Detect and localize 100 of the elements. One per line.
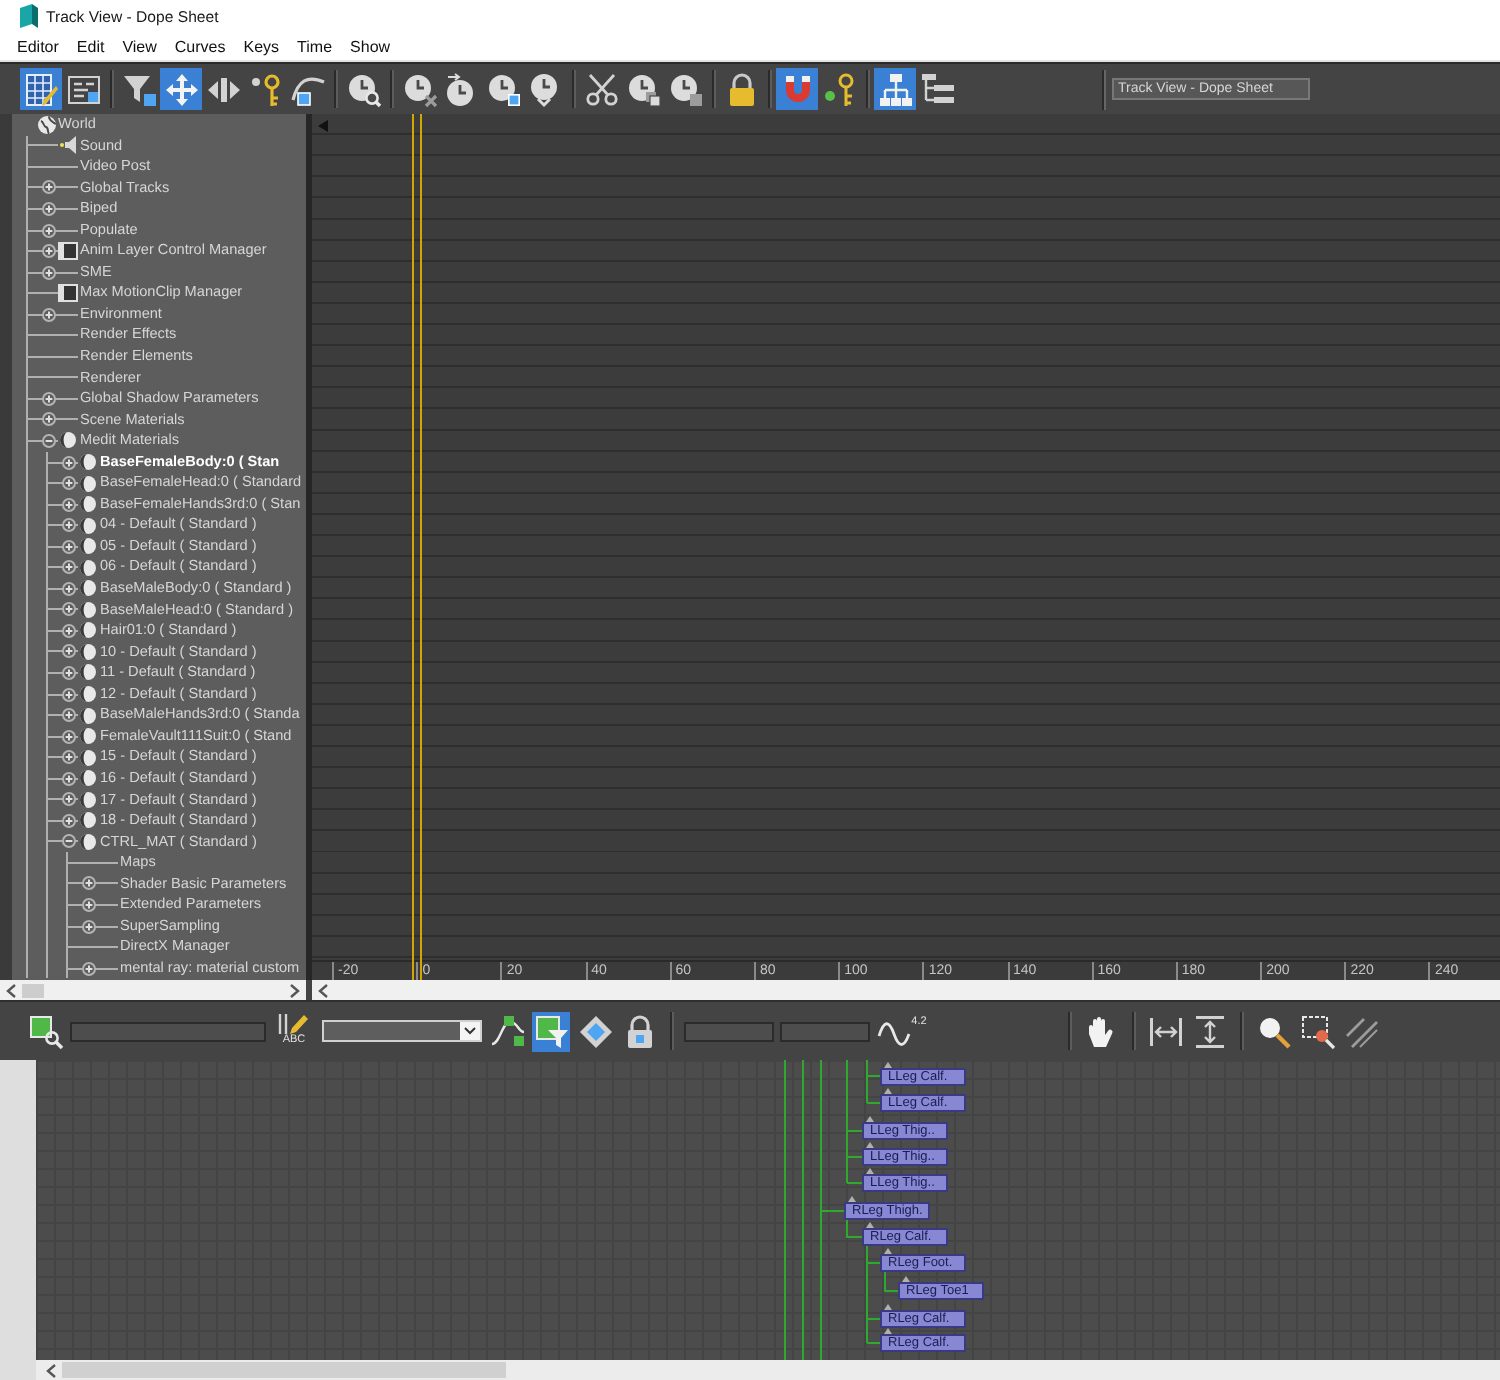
- menu-item[interactable]: Time: [288, 37, 342, 55]
- plus-circle-icon[interactable]: [61, 813, 75, 828]
- menu-item[interactable]: Curves: [165, 37, 235, 55]
- plus-circle-icon[interactable]: [61, 560, 75, 575]
- time-slider[interactable]: [411, 114, 422, 980]
- diamond-icon: [579, 1015, 611, 1047]
- plus-circle-icon[interactable]: [61, 750, 75, 765]
- plus-circle-icon[interactable]: [41, 391, 55, 406]
- plus-circle-icon[interactable]: [41, 265, 55, 280]
- triangle-marker-icon: [902, 1275, 910, 1281]
- zoom-region-button[interactable]: [1298, 1011, 1336, 1051]
- plus-circle-icon[interactable]: [41, 244, 55, 259]
- plus-circle-icon[interactable]: [81, 961, 95, 976]
- zoom-region-icon: [1301, 1015, 1333, 1047]
- plus-circle-icon[interactable]: [61, 497, 75, 512]
- half-circle-icon: [80, 643, 96, 660]
- plus-circle-icon[interactable]: [61, 623, 75, 638]
- chevron-left-icon[interactable]: [318, 983, 328, 997]
- curve-button[interactable]: [488, 1011, 526, 1051]
- plus-circle-icon[interactable]: [61, 644, 75, 659]
- half-circle-icon: [80, 664, 96, 681]
- key-filter-button[interactable]: [26, 1011, 64, 1051]
- plus-circle-icon[interactable]: [61, 687, 75, 702]
- chevron-down-icon: [460, 1022, 480, 1040]
- scrollbar-thumb[interactable]: [22, 983, 44, 997]
- move-keys-button[interactable]: [160, 68, 202, 110]
- fit-vertical-icon: [1193, 1015, 1225, 1047]
- half-circle-icon: [80, 580, 96, 597]
- triangle-marker-icon: [866, 1115, 874, 1121]
- plus-circle-icon[interactable]: [61, 602, 75, 617]
- connector-line: [866, 1060, 881, 1104]
- plus-circle-icon[interactable]: [41, 201, 55, 216]
- magnifier-icon: [1257, 1015, 1289, 1047]
- triangle-marker-icon: [848, 1195, 856, 1201]
- input-field[interactable]: [70, 1021, 266, 1041]
- plus-circle-icon[interactable]: [61, 729, 75, 744]
- half-circle-icon: [80, 559, 96, 576]
- plus-circle-icon[interactable]: [61, 708, 75, 723]
- hierarchy-icon: [879, 73, 911, 105]
- plus-circle-icon[interactable]: [81, 876, 95, 891]
- snap-button[interactable]: [776, 68, 818, 110]
- plus-circle-icon[interactable]: [81, 898, 95, 912]
- half-circle-icon: [80, 728, 96, 745]
- half-circle-icon: [80, 517, 96, 534]
- triangle-marker-icon: [884, 1061, 892, 1067]
- plus-circle-icon[interactable]: [61, 455, 75, 470]
- half-circle-icon: [80, 791, 96, 808]
- input-field[interactable]: [780, 1021, 870, 1041]
- tree-list-icon: [921, 73, 953, 105]
- plus-circle-icon[interactable]: [41, 180, 55, 195]
- plus-circle-icon[interactable]: [61, 665, 75, 680]
- menu-item[interactable]: Editor: [8, 37, 68, 55]
- menu-item[interactable]: Show: [341, 37, 400, 55]
- horizontal-scrollbar[interactable]: [312, 980, 1500, 1000]
- plus-circle-icon[interactable]: [81, 919, 95, 934]
- minus-circle-icon[interactable]: [61, 834, 75, 849]
- window-icon: [58, 242, 78, 261]
- dropdown[interactable]: [322, 1020, 482, 1042]
- clock-chevron-icon: [529, 73, 561, 105]
- input-field[interactable]: [684, 1021, 774, 1041]
- window-icon: [58, 284, 78, 303]
- menu-item[interactable]: Keys: [234, 37, 289, 55]
- plus-circle-icon[interactable]: [41, 223, 55, 237]
- connector-line: [884, 1269, 899, 1292]
- filter-keys-button[interactable]: [532, 1011, 570, 1051]
- dot-key-icon: [823, 73, 855, 105]
- half-circle-icon: [60, 432, 76, 449]
- plus-circle-icon[interactable]: [61, 792, 75, 807]
- tangents-button[interactable]: [576, 1011, 614, 1051]
- menu-item[interactable]: View: [113, 37, 166, 55]
- plus-circle-icon[interactable]: [41, 307, 55, 322]
- minus-circle-icon[interactable]: [41, 433, 55, 448]
- plus-circle-icon[interactable]: [61, 476, 75, 491]
- plus-circle-icon[interactable]: [41, 412, 55, 427]
- plus-circle-icon[interactable]: [61, 518, 75, 533]
- scrollbar-thumb[interactable]: [62, 1362, 506, 1378]
- half-circle-icon: [80, 622, 96, 639]
- triangle-left-icon: [318, 120, 328, 132]
- chevron-right-icon[interactable]: [290, 983, 300, 997]
- chevron-left-icon[interactable]: [6, 983, 16, 997]
- plus-circle-icon[interactable]: [61, 771, 75, 786]
- horizontal-scrollbar[interactable]: [0, 980, 306, 1000]
- half-circle-icon: [80, 770, 96, 787]
- lock-icon: [623, 1015, 655, 1047]
- hierarchy-button[interactable]: [874, 68, 916, 110]
- triangle-marker-icon: [866, 1141, 874, 1147]
- horizontal-scrollbar[interactable]: [36, 1360, 1500, 1380]
- half-circle-icon: [80, 496, 96, 513]
- half-circle-icon: [80, 686, 96, 703]
- chevron-left-icon[interactable]: [46, 1363, 56, 1377]
- half-circle-icon: [80, 538, 96, 555]
- move-arrows-icon: [165, 73, 197, 105]
- grid-pencil-icon: [25, 73, 57, 105]
- plus-circle-icon[interactable]: [61, 539, 75, 554]
- fit-vertical-button[interactable]: [1190, 1011, 1228, 1051]
- curve-icon: [291, 73, 323, 105]
- clock-magnifier-icon: [347, 73, 379, 105]
- dope-sheet-button[interactable]: [20, 68, 62, 110]
- plus-circle-icon[interactable]: [61, 581, 75, 596]
- menu-item[interactable]: Edit: [67, 37, 114, 55]
